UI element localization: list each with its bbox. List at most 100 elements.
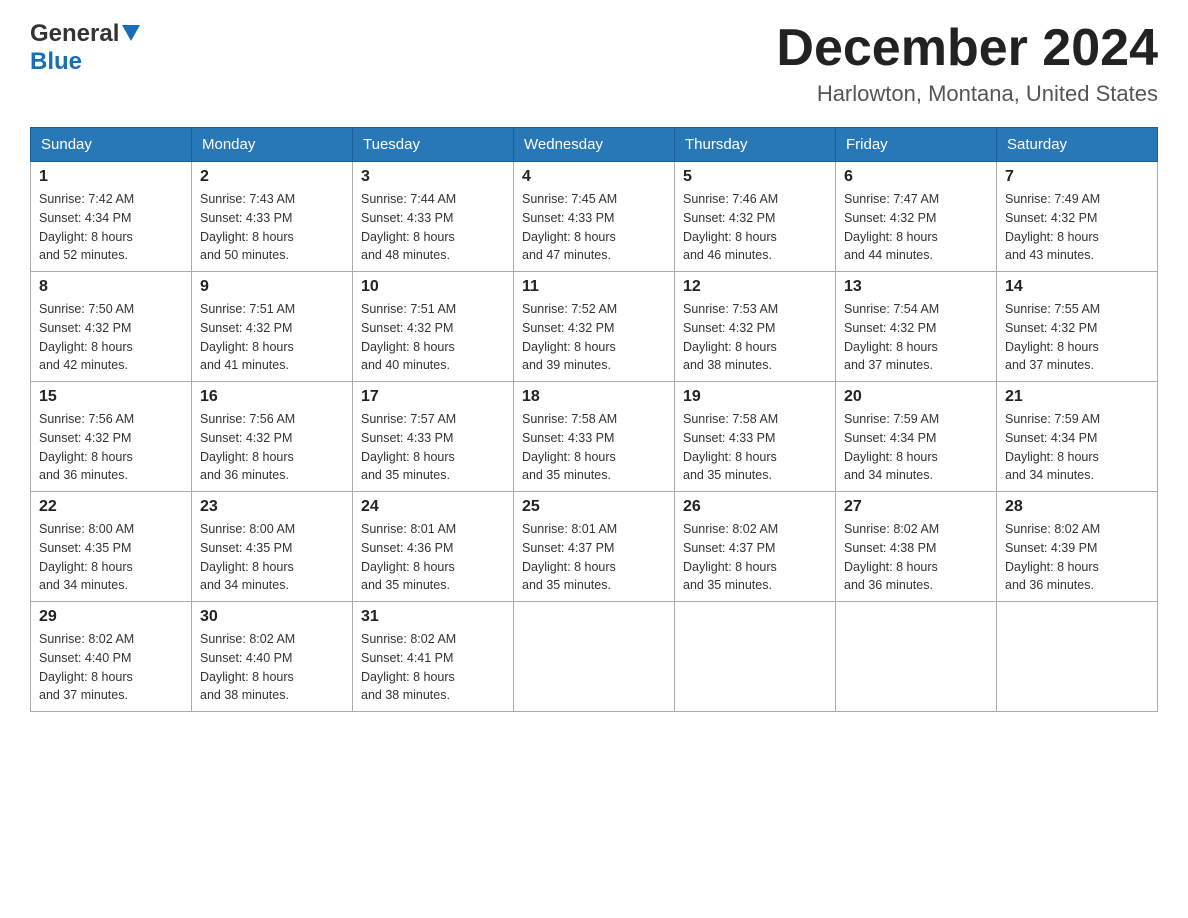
day-number: 11 [522,278,666,296]
calendar-cell: 11 Sunrise: 7:52 AM Sunset: 4:32 PM Dayl… [514,272,675,382]
day-info: Sunrise: 7:58 AM Sunset: 4:33 PM Dayligh… [683,410,827,485]
day-info: Sunrise: 7:47 AM Sunset: 4:32 PM Dayligh… [844,190,988,265]
day-info: Sunrise: 8:02 AM Sunset: 4:39 PM Dayligh… [1005,520,1149,595]
day-number: 25 [522,498,666,516]
calendar-week-row: 29 Sunrise: 8:02 AM Sunset: 4:40 PM Dayl… [31,602,1158,712]
logo-blue-text: Blue [30,48,82,75]
calendar-week-row: 22 Sunrise: 8:00 AM Sunset: 4:35 PM Dayl… [31,492,1158,602]
day-info: Sunrise: 8:01 AM Sunset: 4:36 PM Dayligh… [361,520,505,595]
day-info: Sunrise: 8:02 AM Sunset: 4:38 PM Dayligh… [844,520,988,595]
day-info: Sunrise: 7:43 AM Sunset: 4:33 PM Dayligh… [200,190,344,265]
day-number: 10 [361,278,505,296]
location-title: Harlowton, Montana, United States [776,81,1158,107]
day-info: Sunrise: 7:52 AM Sunset: 4:32 PM Dayligh… [522,300,666,375]
day-info: Sunrise: 8:00 AM Sunset: 4:35 PM Dayligh… [200,520,344,595]
day-info: Sunrise: 7:50 AM Sunset: 4:32 PM Dayligh… [39,300,183,375]
calendar-cell: 6 Sunrise: 7:47 AM Sunset: 4:32 PM Dayli… [836,162,997,272]
day-number: 18 [522,388,666,406]
calendar-cell: 21 Sunrise: 7:59 AM Sunset: 4:34 PM Dayl… [997,382,1158,492]
day-number: 31 [361,608,505,626]
calendar-cell: 13 Sunrise: 7:54 AM Sunset: 4:32 PM Dayl… [836,272,997,382]
calendar-cell: 7 Sunrise: 7:49 AM Sunset: 4:32 PM Dayli… [997,162,1158,272]
calendar-cell: 4 Sunrise: 7:45 AM Sunset: 4:33 PM Dayli… [514,162,675,272]
day-info: Sunrise: 7:44 AM Sunset: 4:33 PM Dayligh… [361,190,505,265]
calendar-cell: 19 Sunrise: 7:58 AM Sunset: 4:33 PM Dayl… [675,382,836,492]
calendar-cell: 2 Sunrise: 7:43 AM Sunset: 4:33 PM Dayli… [192,162,353,272]
calendar-header-tuesday: Tuesday [353,128,514,162]
calendar-cell: 18 Sunrise: 7:58 AM Sunset: 4:33 PM Dayl… [514,382,675,492]
day-number: 4 [522,168,666,186]
calendar-cell: 3 Sunrise: 7:44 AM Sunset: 4:33 PM Dayli… [353,162,514,272]
day-number: 12 [683,278,827,296]
calendar-header-wednesday: Wednesday [514,128,675,162]
day-info: Sunrise: 7:55 AM Sunset: 4:32 PM Dayligh… [1005,300,1149,375]
day-info: Sunrise: 7:53 AM Sunset: 4:32 PM Dayligh… [683,300,827,375]
day-info: Sunrise: 7:56 AM Sunset: 4:32 PM Dayligh… [200,410,344,485]
day-number: 26 [683,498,827,516]
day-number: 16 [200,388,344,406]
calendar-header-saturday: Saturday [997,128,1158,162]
day-info: Sunrise: 7:51 AM Sunset: 4:32 PM Dayligh… [361,300,505,375]
day-number: 27 [844,498,988,516]
day-number: 21 [1005,388,1149,406]
day-info: Sunrise: 7:56 AM Sunset: 4:32 PM Dayligh… [39,410,183,485]
day-number: 30 [200,608,344,626]
calendar-cell: 16 Sunrise: 7:56 AM Sunset: 4:32 PM Dayl… [192,382,353,492]
page-header: General Blue December 2024 Harlowton, Mo… [30,20,1158,107]
day-number: 2 [200,168,344,186]
calendar-cell: 28 Sunrise: 8:02 AM Sunset: 4:39 PM Dayl… [997,492,1158,602]
calendar-cell: 22 Sunrise: 8:00 AM Sunset: 4:35 PM Dayl… [31,492,192,602]
day-info: Sunrise: 7:42 AM Sunset: 4:34 PM Dayligh… [39,190,183,265]
day-number: 28 [1005,498,1149,516]
day-number: 13 [844,278,988,296]
calendar-cell [997,602,1158,712]
day-number: 20 [844,388,988,406]
calendar-cell: 5 Sunrise: 7:46 AM Sunset: 4:32 PM Dayli… [675,162,836,272]
day-info: Sunrise: 7:59 AM Sunset: 4:34 PM Dayligh… [1005,410,1149,485]
day-number: 3 [361,168,505,186]
day-number: 29 [39,608,183,626]
logo-general-text: General [30,20,119,48]
day-info: Sunrise: 7:46 AM Sunset: 4:32 PM Dayligh… [683,190,827,265]
calendar-cell [836,602,997,712]
day-number: 1 [39,168,183,186]
calendar-cell: 10 Sunrise: 7:51 AM Sunset: 4:32 PM Dayl… [353,272,514,382]
day-number: 19 [683,388,827,406]
day-number: 5 [683,168,827,186]
calendar-cell: 31 Sunrise: 8:02 AM Sunset: 4:41 PM Dayl… [353,602,514,712]
month-title: December 2024 [776,20,1158,77]
calendar-cell: 24 Sunrise: 8:01 AM Sunset: 4:36 PM Dayl… [353,492,514,602]
calendar-cell: 27 Sunrise: 8:02 AM Sunset: 4:38 PM Dayl… [836,492,997,602]
day-info: Sunrise: 8:02 AM Sunset: 4:40 PM Dayligh… [200,630,344,705]
day-number: 23 [200,498,344,516]
calendar-cell: 12 Sunrise: 7:53 AM Sunset: 4:32 PM Dayl… [675,272,836,382]
calendar-cell: 17 Sunrise: 7:57 AM Sunset: 4:33 PM Dayl… [353,382,514,492]
logo: General Blue [30,20,140,76]
day-number: 15 [39,388,183,406]
day-info: Sunrise: 7:59 AM Sunset: 4:34 PM Dayligh… [844,410,988,485]
calendar-week-row: 15 Sunrise: 7:56 AM Sunset: 4:32 PM Dayl… [31,382,1158,492]
day-number: 8 [39,278,183,296]
calendar-cell: 23 Sunrise: 8:00 AM Sunset: 4:35 PM Dayl… [192,492,353,602]
calendar-week-row: 1 Sunrise: 7:42 AM Sunset: 4:34 PM Dayli… [31,162,1158,272]
calendar-week-row: 8 Sunrise: 7:50 AM Sunset: 4:32 PM Dayli… [31,272,1158,382]
day-number: 6 [844,168,988,186]
day-info: Sunrise: 8:01 AM Sunset: 4:37 PM Dayligh… [522,520,666,595]
calendar-cell: 20 Sunrise: 7:59 AM Sunset: 4:34 PM Dayl… [836,382,997,492]
calendar-cell: 15 Sunrise: 7:56 AM Sunset: 4:32 PM Dayl… [31,382,192,492]
day-number: 7 [1005,168,1149,186]
day-number: 14 [1005,278,1149,296]
day-info: Sunrise: 8:02 AM Sunset: 4:37 PM Dayligh… [683,520,827,595]
calendar-cell: 1 Sunrise: 7:42 AM Sunset: 4:34 PM Dayli… [31,162,192,272]
logo-triangle-icon [122,25,140,46]
day-info: Sunrise: 7:49 AM Sunset: 4:32 PM Dayligh… [1005,190,1149,265]
day-number: 24 [361,498,505,516]
day-info: Sunrise: 7:51 AM Sunset: 4:32 PM Dayligh… [200,300,344,375]
calendar-cell: 25 Sunrise: 8:01 AM Sunset: 4:37 PM Dayl… [514,492,675,602]
day-info: Sunrise: 8:02 AM Sunset: 4:41 PM Dayligh… [361,630,505,705]
calendar-header-monday: Monday [192,128,353,162]
day-number: 22 [39,498,183,516]
calendar-header-friday: Friday [836,128,997,162]
calendar-cell: 26 Sunrise: 8:02 AM Sunset: 4:37 PM Dayl… [675,492,836,602]
calendar-cell [514,602,675,712]
